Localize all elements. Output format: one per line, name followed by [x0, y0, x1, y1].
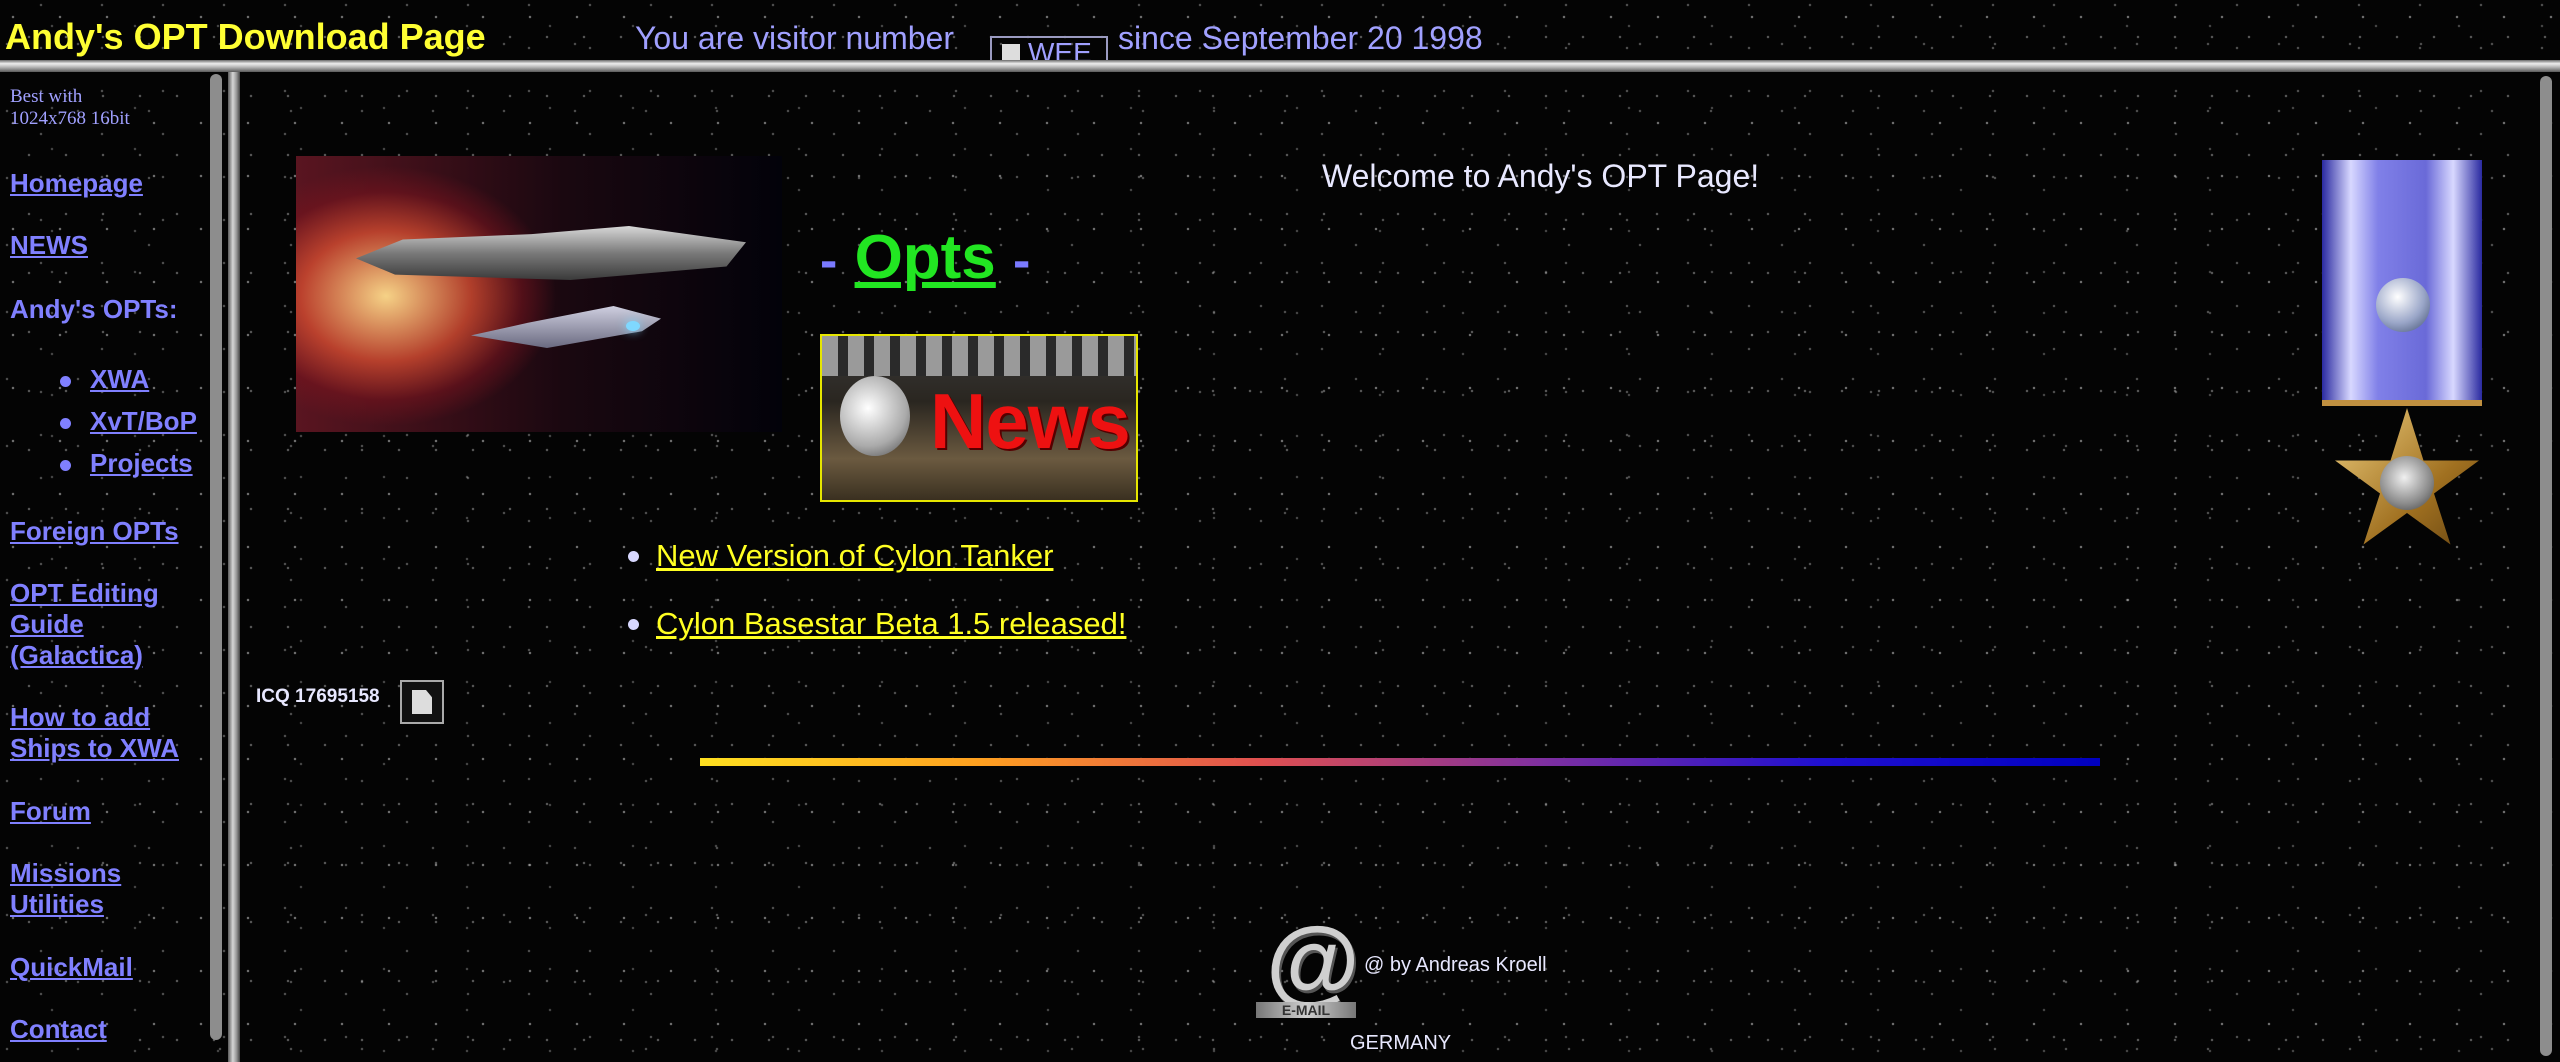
counter-alt-text: WEE — [1028, 37, 1092, 60]
country-text: GERMANY — [1350, 1032, 1452, 1054]
icq-number: ICQ 17695158 — [256, 686, 380, 707]
broken-image-icon — [412, 690, 432, 714]
medal-award-image — [2302, 160, 2502, 600]
nav-contact-link[interactable]: Contact — [10, 1014, 107, 1045]
top-frame: Andy's OPT Download Page You are visitor… — [0, 0, 2560, 60]
engine-glow — [626, 321, 640, 331]
welcome-text: Welcome to Andy's OPT Page! — [1322, 158, 1760, 194]
visitor-counter-image: WEE — [990, 36, 1108, 60]
resolution-note: Best with 1024x768 16bit — [10, 86, 130, 130]
bullet-icon — [628, 551, 639, 562]
opts-dash-left: - — [820, 232, 838, 290]
nav-xvt-bop-link[interactable]: XvT/BoP — [90, 406, 197, 437]
main-scrollbar-thumb[interactable] — [2540, 76, 2552, 1056]
email-link[interactable]: @ E-MAIL — [1256, 914, 1366, 1024]
cylon-emblem-icon — [840, 376, 910, 456]
broken-image-icon — [1002, 43, 1020, 60]
copyright-text: @ by Andreas Kroell — [1364, 954, 1547, 976]
gradient-divider — [700, 758, 2100, 766]
news-banner-link[interactable]: News — [820, 334, 1138, 502]
nav-homepage-link[interactable]: Homepage — [10, 168, 143, 199]
icq-status-icon[interactable] — [400, 680, 444, 724]
news-cylon-tanker-link[interactable]: New Version of Cylon Tanker — [656, 538, 1053, 574]
nav-add-ships-link[interactable]: How to add Ships to XWA — [10, 702, 200, 764]
nav-opt-editing-guide-link[interactable]: OPT Editing Guide (Galactica) — [10, 578, 190, 671]
nav-projects-link[interactable]: Projects — [90, 448, 193, 479]
left-nav-frame: Best with 1024x768 16bit Homepage NEWS A… — [0, 72, 228, 1062]
nav-andys-opts-label: Andy's OPTs: — [10, 294, 178, 324]
opts-link[interactable]: Opts — [855, 223, 996, 292]
opts-heading: - Opts - — [820, 222, 1030, 293]
resolution-note-line1: Best with — [10, 86, 83, 107]
medal-center-icon — [2380, 456, 2434, 510]
news-cylon-basestar-link[interactable]: Cylon Basestar Beta 1.5 released! — [656, 606, 1126, 642]
battlestar-hull — [356, 226, 746, 280]
news-banner-text: News — [930, 377, 1131, 465]
banner-teeth-decoration — [822, 336, 1136, 376]
left-scrollbar-thumb[interactable] — [210, 74, 222, 1040]
nav-quickmail-link[interactable]: QuickMail — [10, 952, 133, 983]
bullet-icon — [628, 619, 639, 630]
nav-missions-utilities-link[interactable]: Missions Utilities — [10, 858, 160, 920]
nav-xwa-link[interactable]: XWA — [90, 364, 149, 395]
visitor-prefix-text: You are visitor number — [635, 20, 954, 56]
opts-dash-right: - — [1013, 232, 1031, 290]
site-title: Andy's OPT Download Page — [5, 16, 486, 57]
nav-news-link[interactable]: NEWS — [10, 230, 88, 261]
bullet-icon — [60, 376, 71, 387]
left-frame-border[interactable] — [228, 72, 240, 1062]
main-content-frame: Welcome to Andy's OPT Page! - Opts - New… — [240, 72, 2534, 1062]
nav-forum-link[interactable]: Forum — [10, 796, 91, 827]
email-ribbon-label: E-MAIL — [1256, 1002, 1356, 1018]
globe-icon — [2376, 278, 2430, 332]
nav-foreign-opts-link[interactable]: Foreign OPTs — [10, 516, 179, 547]
bullet-icon — [60, 460, 71, 471]
top-frame-border[interactable] — [0, 60, 2560, 72]
resolution-note-line2: 1024x768 16bit — [10, 108, 130, 129]
visitor-since-text: since September 20 1998 — [1118, 20, 1483, 56]
bullet-icon — [60, 418, 71, 429]
battlestar-ship-image — [296, 156, 782, 432]
at-sign-icon: @ — [1266, 908, 1360, 1015]
